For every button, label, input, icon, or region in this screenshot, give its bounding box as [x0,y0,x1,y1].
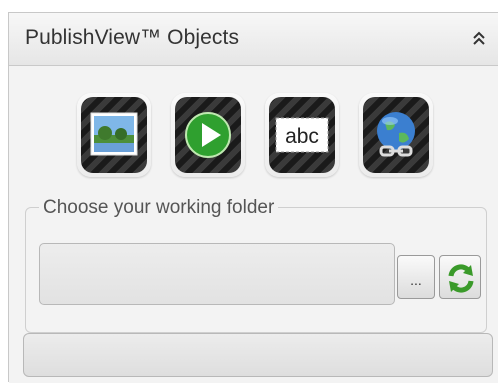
panel-body: abc Choose your working folder ... [9,71,498,383]
image-icon [90,112,138,156]
collapse-button[interactable] [469,29,489,49]
text-box-icon: abc [275,117,329,153]
globe-link-icon [377,112,415,157]
insert-image-button[interactable] [77,93,151,177]
browse-button[interactable]: ... [397,255,435,299]
publishview-objects-panel: PublishView™ Objects abc Choose your wor… [8,12,498,383]
panel-title: PublishView™ Objects [25,26,240,49]
working-folder-legend: Choose your working folder [39,197,279,219]
insert-video-button[interactable] [171,93,245,177]
insert-text-button[interactable]: abc [265,93,339,177]
panel-header: PublishView™ Objects [9,13,498,66]
refresh-icon [448,264,474,293]
refresh-button[interactable] [439,255,481,299]
play-icon [185,112,231,158]
double-chevron-up-icon [473,31,485,45]
working-folder-input[interactable] [39,243,395,305]
text-box-label: abc [285,125,319,148]
insert-link-button[interactable] [359,93,433,177]
status-bar [23,333,493,377]
